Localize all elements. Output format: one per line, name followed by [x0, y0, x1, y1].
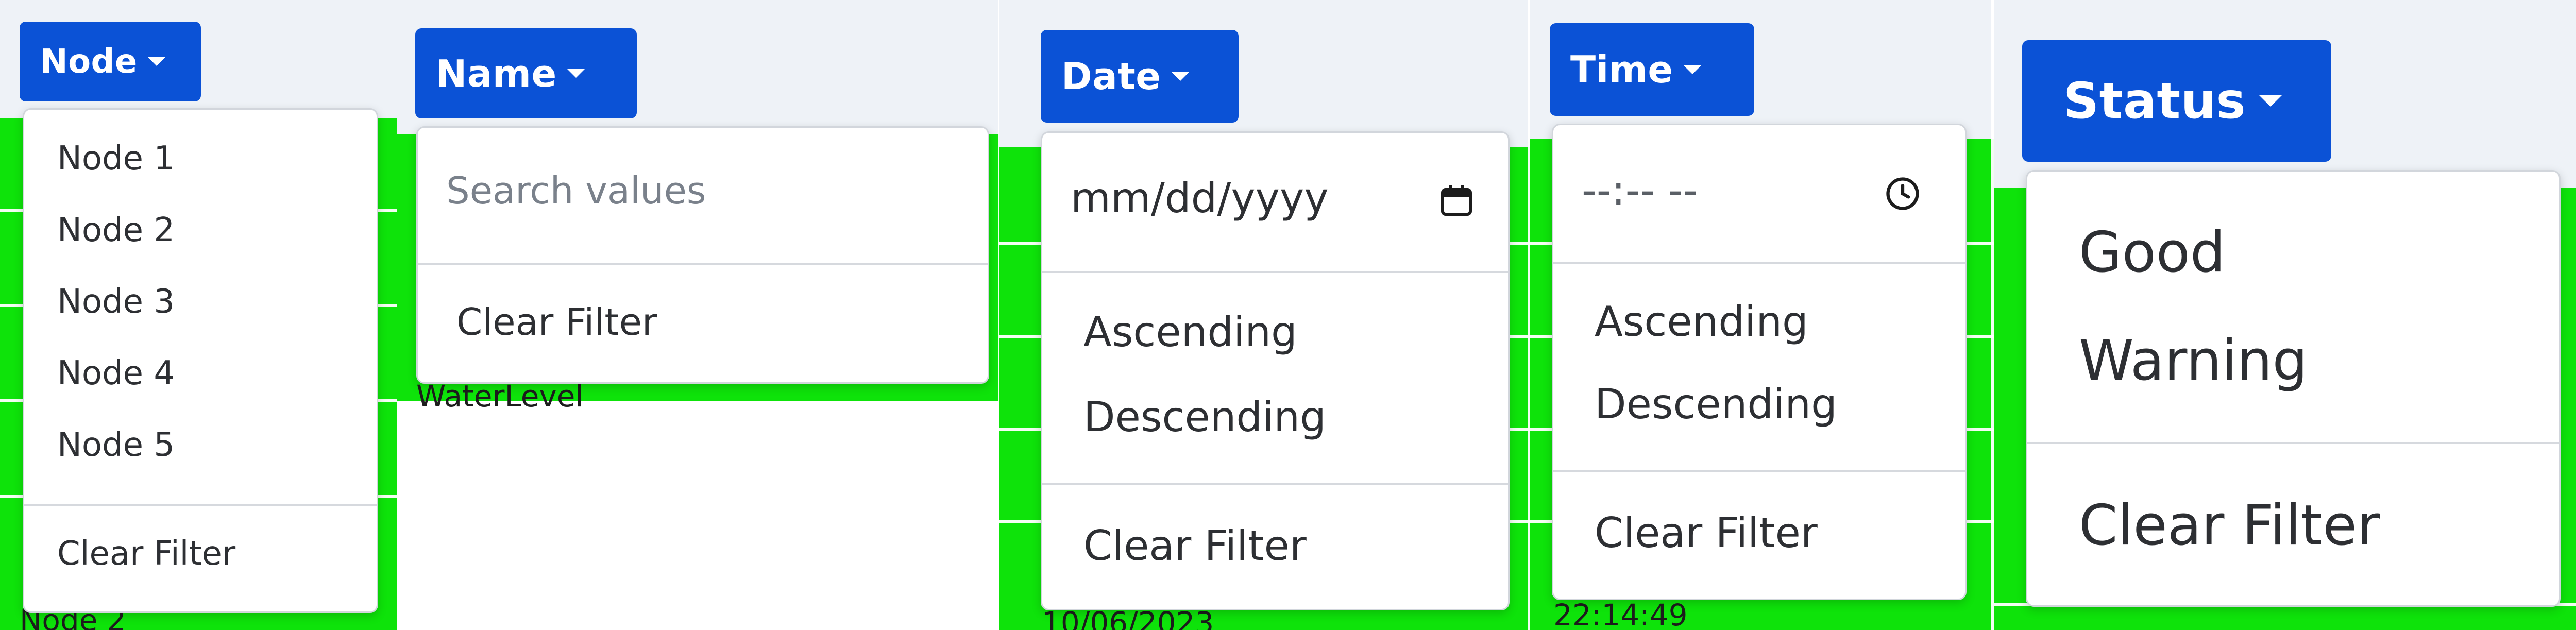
- menu-divider: [1553, 262, 1965, 264]
- time-sort-ascending[interactable]: Ascending: [1595, 298, 1965, 346]
- date-filter-button-label: Date: [1061, 55, 1161, 98]
- status-filter-button-label: Status: [2063, 72, 2246, 130]
- table-cell-time: 22:14:49: [1553, 598, 1688, 630]
- node-option-2[interactable]: Node 2: [57, 211, 377, 249]
- menu-divider: [1553, 470, 1965, 472]
- calendar-icon[interactable]: [1438, 182, 1475, 219]
- node-option-3[interactable]: Node 3: [57, 283, 377, 321]
- date-input-placeholder: mm/dd/yyyy: [1071, 174, 1329, 222]
- caret-down-icon: [147, 57, 165, 66]
- menu-divider: [24, 504, 377, 506]
- caret-down-icon: [567, 69, 585, 78]
- date-filter-panel: 10/06/2023 Date mm/dd/yyyy Ascending Des…: [999, 0, 1530, 630]
- node-filter-panel: Node 2 Node Node 1 Node 2 Node 3 Node 4 …: [0, 0, 397, 630]
- table-empty-area: [397, 401, 999, 630]
- node-clear-filter[interactable]: Clear Filter: [57, 535, 377, 573]
- node-option-5[interactable]: Node 5: [57, 426, 377, 464]
- status-option-warning[interactable]: Warning: [2079, 329, 2559, 393]
- time-dropdown-menu: --:-- -- Ascending Descending Clear Filt…: [1552, 124, 1967, 600]
- caret-down-icon: [1683, 65, 1701, 74]
- time-input[interactable]: --:-- --: [1553, 125, 1965, 262]
- date-filter-button[interactable]: Date: [1041, 30, 1239, 123]
- node-option-1[interactable]: Node 1: [57, 140, 377, 178]
- menu-divider: [1042, 483, 1508, 485]
- status-filter-panel: Status Good Warning Clear Filter: [1994, 0, 2576, 630]
- name-dropdown-menu: Search values Clear Filter: [416, 126, 989, 384]
- caret-down-icon: [1171, 72, 1189, 81]
- time-sort-descending[interactable]: Descending: [1595, 380, 1965, 428]
- clock-icon[interactable]: [1883, 174, 1922, 213]
- time-input-placeholder: --:-- --: [1582, 166, 1698, 214]
- time-clear-filter[interactable]: Clear Filter: [1595, 509, 1965, 557]
- date-dropdown-menu: mm/dd/yyyy Ascending Descending Clear Fi…: [1041, 131, 1510, 610]
- date-sort-ascending[interactable]: Ascending: [1083, 308, 1508, 356]
- menu-divider: [418, 263, 988, 265]
- node-dropdown-menu: Node 1 Node 2 Node 3 Node 4 Node 5 Clear…: [23, 108, 378, 613]
- menu-divider: [2027, 442, 2559, 444]
- date-input[interactable]: mm/dd/yyyy: [1042, 133, 1508, 271]
- node-filter-button[interactable]: Node: [20, 22, 201, 101]
- name-filter-button-label: Name: [436, 52, 557, 95]
- time-filter-button[interactable]: Time: [1550, 23, 1754, 116]
- table-cell-name: WaterLevel: [416, 379, 584, 414]
- status-option-good[interactable]: Good: [2079, 220, 2559, 285]
- name-filter-panel: WaterLevel Name Search values Clear Filt…: [397, 0, 999, 630]
- node-option-4[interactable]: Node 4: [57, 354, 377, 393]
- time-filter-button-label: Time: [1570, 48, 1673, 91]
- name-filter-button[interactable]: Name: [415, 28, 637, 118]
- status-filter-button[interactable]: Status: [2022, 40, 2331, 162]
- menu-divider: [1042, 271, 1508, 273]
- name-clear-filter[interactable]: Clear Filter: [456, 300, 988, 344]
- search-input[interactable]: Search values: [418, 128, 988, 263]
- caret-down-icon: [2259, 95, 2282, 107]
- time-filter-panel: 22:14:49 Time --:-- -- Ascending Descend…: [1530, 0, 1994, 630]
- date-clear-filter[interactable]: Clear Filter: [1083, 522, 1508, 570]
- search-placeholder: Search values: [446, 169, 706, 212]
- status-dropdown-menu: Good Warning Clear Filter: [2026, 170, 2561, 607]
- node-filter-button-label: Node: [40, 42, 138, 81]
- status-clear-filter[interactable]: Clear Filter: [2079, 493, 2559, 558]
- date-sort-descending[interactable]: Descending: [1083, 393, 1508, 441]
